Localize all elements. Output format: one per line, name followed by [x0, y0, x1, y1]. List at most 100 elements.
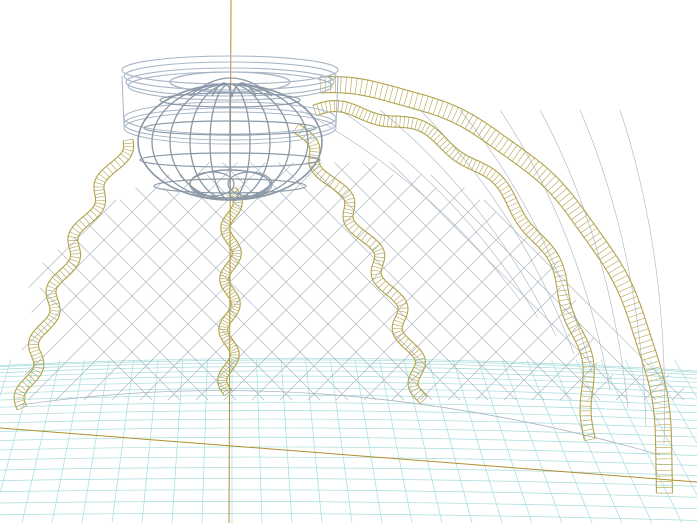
leg-right-rung: [309, 151, 320, 153]
outer-arch-rung: [640, 349, 656, 356]
canopy-strand: [391, 249, 543, 401]
leg-right-rung: [390, 290, 398, 299]
outer-arch-rung: [398, 89, 404, 105]
leg-center-rung: [220, 274, 230, 278]
inner-arch-rung: [582, 360, 594, 364]
leg-left-rung: [69, 231, 79, 237]
leg-left-rung: [95, 195, 106, 198]
leg-center-rung: [232, 203, 242, 207]
outer-arch-rung: [437, 101, 444, 117]
spherical-cage[interactable]: [137, 77, 323, 201]
leg-left-rung: [123, 138, 133, 142]
canopy-strand: [28, 199, 117, 288]
outer-arch-rung: [446, 105, 454, 120]
outer-arch-rung: [403, 90, 409, 106]
leg-center-rung: [229, 347, 238, 352]
outer-arch-rung: [610, 269, 626, 279]
scene-canvas[interactable]: [0, 0, 697, 523]
inner-arch-rung: [351, 105, 357, 116]
outer-arch-rung: [354, 78, 358, 95]
leg-right-rung: [405, 341, 413, 350]
inner-arch-rung: [475, 161, 481, 172]
inner-arch-rung: [564, 315, 575, 321]
inner-arch-rung: [514, 213, 525, 220]
leg-left-rung: [46, 293, 57, 296]
leg-right-rung: [309, 154, 320, 157]
leg-left-rung: [29, 349, 40, 354]
leg-left-rung: [49, 281, 58, 288]
inner-arch-rung: [558, 298, 570, 302]
inner-arch-rung: [414, 118, 419, 130]
leg-right-rung: [343, 211, 354, 215]
leg-right-rung: [344, 208, 354, 211]
inner-arch-rung: [583, 433, 595, 437]
leg-right-rung: [392, 323, 403, 327]
outer-arch-rung: [359, 79, 363, 95]
leg-left-rung: [62, 266, 71, 275]
outer-arch-rung: [393, 87, 399, 104]
leg-left-rung: [68, 235, 79, 239]
outer-arch-rung: [442, 102, 449, 119]
inner-arch-rung: [340, 101, 344, 113]
leg-left-rung: [117, 156, 126, 164]
leg-left-rung: [30, 371, 40, 378]
leg-left-rung: [47, 285, 57, 290]
leg-left-rung: [31, 352, 41, 357]
inner-arch-rung: [519, 220, 529, 228]
outer-arch-rung: [423, 96, 429, 112]
inner-arch-rung: [442, 142, 451, 151]
floor-grid-line: [0, 359, 36, 495]
leg-left[interactable]: [13, 138, 135, 411]
inner-arch[interactable]: [312, 100, 596, 442]
inner-arch-rung: [489, 170, 497, 180]
leg-right-rung: [413, 389, 422, 397]
leg-right-rung: [397, 307, 408, 309]
leg-left-rung: [68, 260, 77, 268]
leg-left-rung: [18, 384, 28, 392]
inner-arch-rung: [362, 109, 368, 121]
leg-center-rung: [230, 297, 239, 302]
leg-right-rung: [343, 193, 353, 199]
floor-grid-line: [111, 359, 135, 523]
floor-grid-line: [280, 359, 293, 523]
outer-arch-rung: [460, 112, 469, 127]
inner-arch-rung: [403, 116, 405, 128]
leg-right-rung: [324, 174, 331, 184]
inner-arch-rung: [532, 233, 541, 242]
outer-arch-rung: [428, 97, 434, 114]
leg-left-rung: [123, 148, 134, 152]
inner-arch-rung: [577, 340, 588, 347]
inner-arch-rung: [510, 206, 521, 212]
leg-right-rung: [378, 280, 386, 289]
inner-arch-rung: [568, 323, 579, 330]
leg-right-rung: [365, 236, 373, 245]
outer-arch-rung: [378, 83, 384, 100]
leg-left-rung: [68, 242, 79, 246]
leg-left-rung: [98, 173, 107, 181]
floor-grid-line: [0, 436, 697, 447]
inner-arch-rung: [358, 108, 364, 119]
canopy-strand: [419, 109, 575, 355]
outer-arch-rung: [652, 400, 669, 404]
leg-left-rung: [69, 245, 80, 249]
leg-left-rung: [71, 227, 81, 234]
leg-right-rung: [344, 197, 355, 202]
canopy-strand: [223, 187, 437, 401]
leg-right-rung: [369, 239, 377, 248]
canopy-strand: [430, 174, 657, 401]
inner-arch-rung: [417, 120, 423, 131]
outer-arch-rung: [608, 264, 623, 274]
leg-center-rung: [222, 231, 231, 236]
inner-arch-rung: [478, 163, 485, 174]
outer-arch-rung: [615, 280, 631, 288]
inner-arch-rung: [445, 145, 454, 154]
leg-left-rung: [14, 399, 25, 403]
floor-grid-line: [329, 359, 353, 523]
inner-arch-rung: [391, 115, 393, 127]
outer-arch-rung: [340, 76, 342, 93]
3d-viewport[interactable]: [0, 0, 697, 523]
inner-arch-rung: [439, 139, 448, 148]
canopy-strand: [475, 299, 577, 401]
inner-arch-rung: [421, 122, 427, 133]
inner-arch-rung: [525, 226, 535, 235]
